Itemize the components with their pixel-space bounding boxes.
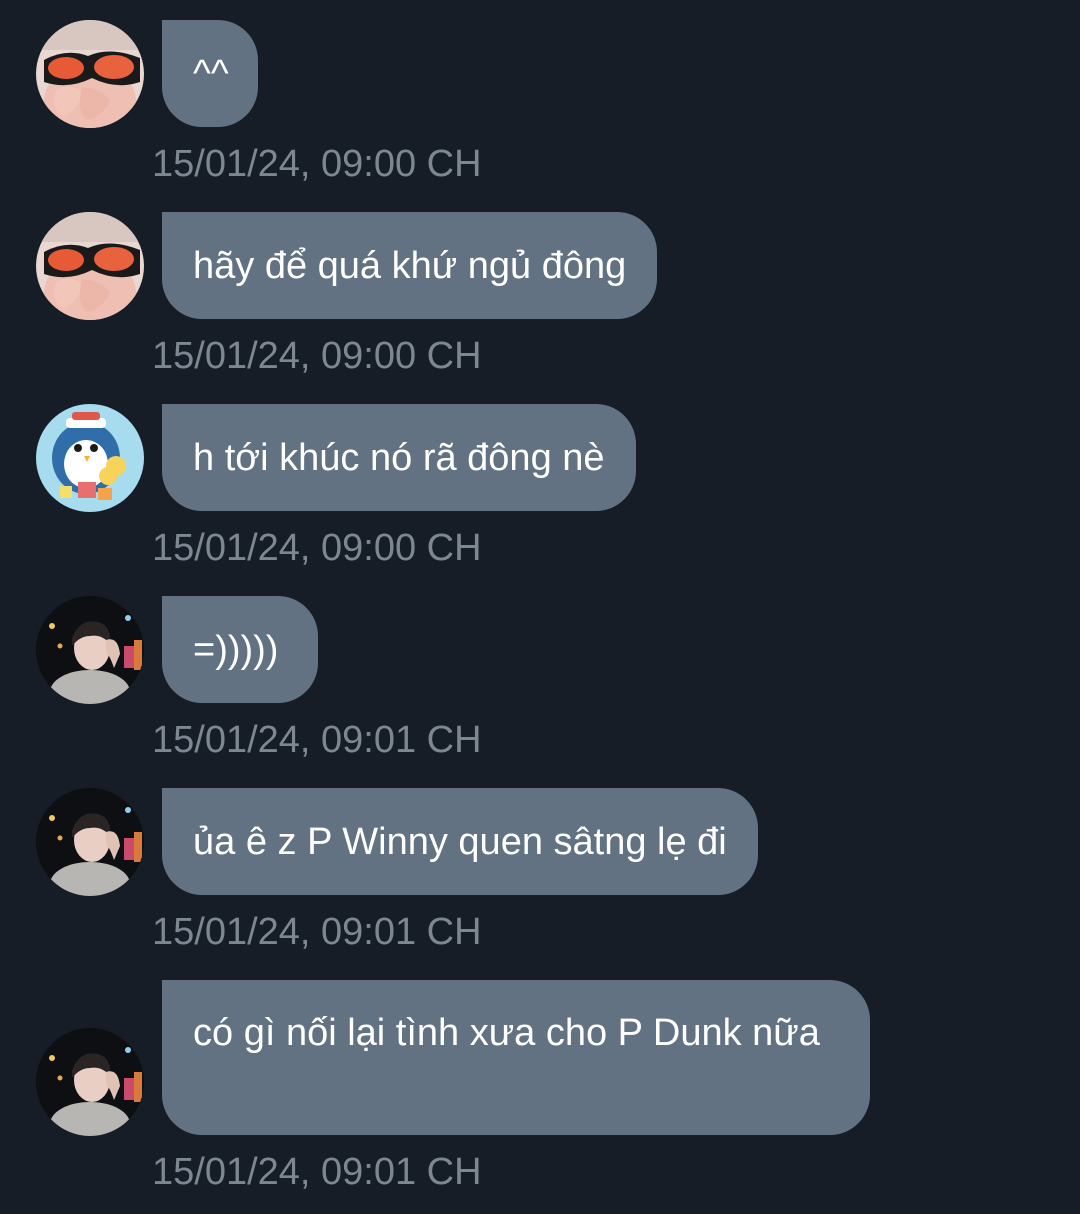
- message-timestamp: 15/01/24, 09:00 CH: [152, 335, 482, 377]
- message-bubble[interactable]: h tới khúc nó rã đông nè: [162, 404, 636, 511]
- message-timestamp: 15/01/24, 09:01 CH: [152, 911, 482, 953]
- glasses-avatar[interactable]: [36, 20, 144, 128]
- penguin-avatar[interactable]: [36, 404, 144, 512]
- message-timestamp: 15/01/24, 09:00 CH: [152, 143, 482, 185]
- night-selfie-avatar[interactable]: [36, 788, 144, 896]
- message-timestamp: 15/01/24, 09:00 CH: [152, 527, 482, 569]
- message-bubble[interactable]: =))))): [162, 596, 318, 703]
- night-selfie-avatar[interactable]: [36, 1028, 144, 1136]
- message-bubble[interactable]: có gì nối lại tình xưa cho P Dunk nữa: [162, 980, 870, 1135]
- message-bubble[interactable]: ^^: [162, 20, 258, 127]
- message-bubble[interactable]: hãy để quá khứ ngủ đông: [162, 212, 658, 319]
- night-selfie-avatar[interactable]: [36, 596, 144, 704]
- message-timestamp: 15/01/24, 09:01 CH: [152, 719, 482, 761]
- message-timestamp: 15/01/24, 09:01 CH: [152, 1151, 482, 1193]
- message-bubble[interactable]: ủa ê z P Winny quen sâtng lẹ đi: [162, 788, 758, 895]
- glasses-avatar[interactable]: [36, 212, 144, 320]
